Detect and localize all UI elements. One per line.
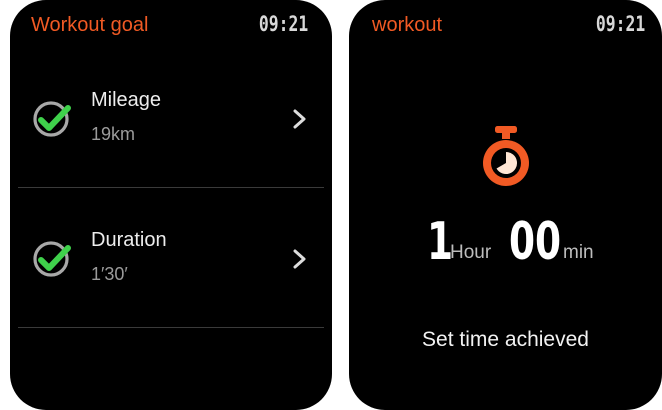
check-circle-icon (33, 241, 71, 277)
row-divider (18, 327, 324, 328)
goal-value: 19km (91, 124, 136, 144)
watch-screen-workout: workout 09:21 1 Hour 00 min Set time ach… (349, 0, 662, 410)
status-message: Set time achieved (422, 328, 589, 351)
watch-screen-workout-goal: Workout goal 09:21 Mileage 19km Duration… (10, 0, 332, 410)
check-circle-icon (33, 101, 71, 137)
hour-unit: Hour (450, 242, 492, 263)
clock-time: 09:21 (595, 12, 645, 36)
stopwatch-icon (483, 126, 529, 186)
minute-unit: min (563, 242, 594, 263)
goal-item-duration[interactable]: Duration 1′30′ (10, 198, 332, 328)
goal-value: 1′30′ (91, 264, 128, 284)
chevron-right-icon (293, 249, 306, 269)
chevron-right-icon (293, 109, 306, 129)
goal-label: Duration (91, 229, 167, 251)
duration-minutes: 00 (509, 212, 562, 272)
goal-label: Mileage (91, 89, 162, 111)
goal-item-mileage[interactable]: Mileage 19km (10, 58, 332, 188)
screen-title: Workout goal (31, 14, 149, 36)
screen-title: workout (372, 14, 443, 36)
clock-time: 09:21 (258, 12, 308, 36)
stage: Workout goal 09:21 Mileage 19km Duration… (0, 0, 662, 410)
row-divider (18, 187, 324, 188)
goal-duration: 1 Hour 00 min (349, 212, 662, 272)
